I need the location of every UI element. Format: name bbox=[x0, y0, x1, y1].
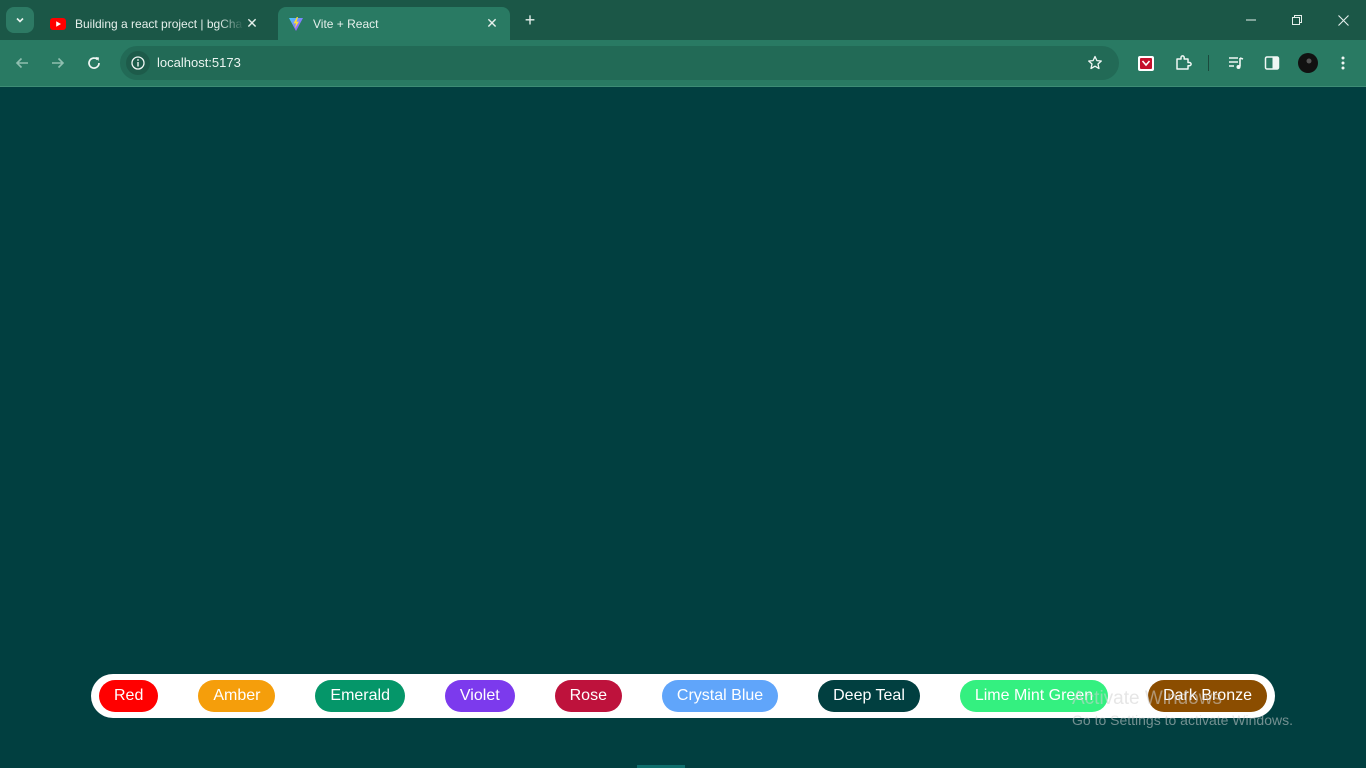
color-button-amber[interactable]: Amber bbox=[198, 680, 276, 712]
color-button-emerald[interactable]: Emerald bbox=[315, 680, 405, 712]
close-tab-icon[interactable]: ✕ bbox=[484, 15, 500, 32]
browser-menu-button[interactable] bbox=[1332, 52, 1354, 74]
color-button-dark-bronze[interactable]: Dark Bronze bbox=[1148, 680, 1267, 712]
minimize-icon bbox=[1246, 19, 1256, 21]
star-icon bbox=[1088, 55, 1102, 70]
arrow-left-icon bbox=[15, 57, 28, 69]
info-icon bbox=[131, 56, 145, 70]
toolbar-separator bbox=[1208, 55, 1209, 71]
browser-toolbar: localhost:5173 bbox=[0, 40, 1366, 87]
extension-button[interactable] bbox=[1135, 52, 1157, 74]
color-picker-bar: Red Amber Emerald Violet Rose Crystal Bl… bbox=[91, 674, 1275, 718]
color-button-crystal-blue[interactable]: Crystal Blue bbox=[661, 680, 779, 712]
arrow-right-icon bbox=[52, 57, 65, 69]
color-button-violet[interactable]: Violet bbox=[444, 680, 515, 712]
tab-search-button[interactable] bbox=[6, 7, 34, 33]
reload-icon bbox=[88, 57, 100, 69]
address-bar[interactable]: localhost:5173 bbox=[120, 46, 1119, 80]
tab-title: Vite + React bbox=[313, 16, 379, 31]
kebab-menu-icon bbox=[1341, 56, 1345, 70]
close-window-button[interactable] bbox=[1320, 0, 1366, 40]
color-button-rose[interactable]: Rose bbox=[554, 680, 622, 712]
reload-button[interactable] bbox=[80, 49, 108, 77]
tab-strip: Building a react project | bgCha ✕ Vite … bbox=[0, 0, 1366, 40]
tab-title: Building a react project | bgCha bbox=[75, 16, 243, 31]
side-panel-icon bbox=[1264, 56, 1280, 70]
tab-vite-react[interactable]: Vite + React ✕ bbox=[278, 7, 510, 40]
youtube-icon bbox=[50, 16, 66, 32]
extensions-button[interactable] bbox=[1172, 52, 1194, 74]
site-info-button[interactable] bbox=[126, 51, 150, 75]
restore-button[interactable] bbox=[1274, 0, 1320, 40]
chevron-down-icon bbox=[16, 17, 24, 23]
back-button[interactable] bbox=[8, 49, 36, 77]
bookmark-button[interactable] bbox=[1085, 53, 1105, 73]
tab-youtube[interactable]: Building a react project | bgCha ✕ bbox=[40, 7, 270, 40]
restore-icon bbox=[1292, 15, 1302, 25]
close-icon bbox=[1337, 14, 1349, 26]
color-button-deep-teal[interactable]: Deep Teal bbox=[818, 680, 920, 712]
minimize-button[interactable] bbox=[1228, 0, 1274, 40]
profile-avatar[interactable] bbox=[1297, 52, 1319, 74]
new-tab-button[interactable]: + bbox=[519, 9, 541, 31]
calendar-extension-icon bbox=[1138, 56, 1154, 71]
plus-icon: + bbox=[524, 9, 536, 30]
media-controls-button[interactable] bbox=[1225, 52, 1247, 74]
playlist-music-icon bbox=[1229, 57, 1244, 69]
avatar-icon bbox=[1298, 53, 1318, 73]
puzzle-icon bbox=[1176, 55, 1192, 70]
url-text[interactable]: localhost:5173 bbox=[157, 55, 241, 70]
color-button-lime-mint-green[interactable]: Lime Mint Green bbox=[959, 680, 1109, 712]
vite-icon bbox=[288, 16, 304, 32]
close-tab-icon[interactable]: ✕ bbox=[244, 15, 260, 32]
color-button-red[interactable]: Red bbox=[99, 680, 159, 712]
side-panel-button[interactable] bbox=[1261, 52, 1283, 74]
forward-button[interactable] bbox=[44, 49, 72, 77]
page-content: Red Amber Emerald Violet Rose Crystal Bl… bbox=[0, 87, 1366, 768]
